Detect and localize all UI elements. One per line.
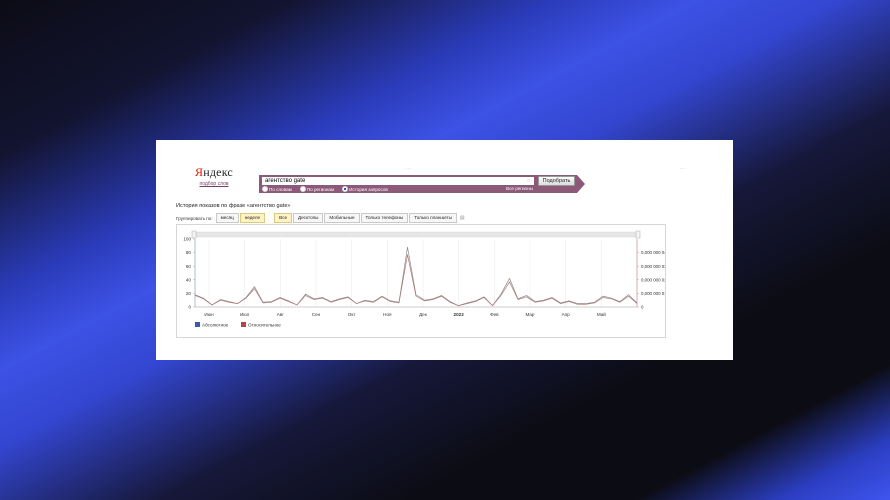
logo-rest: ндекс bbox=[203, 165, 233, 179]
x-tick-label: Мар bbox=[526, 312, 535, 317]
x-tick-label: Май bbox=[597, 311, 606, 317]
right-tick-label: 0,000 000 01 bbox=[641, 291, 665, 296]
tab-week[interactable]: неделе bbox=[239, 213, 266, 223]
range-handle-left[interactable] bbox=[191, 230, 197, 239]
legend-label[interactable]: Относительное bbox=[248, 322, 281, 327]
tab-tablets-only[interactable]: Только планшеты bbox=[409, 213, 457, 223]
radio-query-history[interactable]: История запросов bbox=[342, 186, 388, 192]
radio-label: По регионам bbox=[306, 186, 335, 192]
x-tick-label: Апр bbox=[562, 312, 571, 317]
y-tick-label: 100 bbox=[183, 237, 191, 242]
range-handle-right[interactable] bbox=[635, 230, 641, 239]
grouping-toolbar: Группировать по: месяц неделе Все Дескто… bbox=[176, 213, 465, 223]
x-tick-label: Июл bbox=[240, 312, 250, 317]
all-regions-link[interactable]: Все регионы bbox=[506, 186, 533, 191]
y-tick-label: 20 bbox=[186, 291, 192, 296]
y-tick-label: 40 bbox=[186, 277, 192, 282]
series-line-1 bbox=[194, 246, 638, 306]
y-tick-label: 60 bbox=[186, 264, 192, 269]
range-scrollbar[interactable] bbox=[194, 231, 638, 238]
radio-icon bbox=[299, 186, 306, 192]
x-tick-label: Ноя bbox=[383, 312, 392, 317]
tab-phones-only[interactable]: Только телефоны bbox=[360, 213, 409, 223]
right-tick-label: 0 bbox=[641, 305, 644, 310]
search-input[interactable] bbox=[262, 177, 534, 185]
history-title: История показов по фразе «агентство gate… bbox=[176, 203, 291, 209]
divider-dots: ··· bbox=[406, 166, 411, 172]
radio-by-words[interactable]: По словам bbox=[262, 186, 292, 192]
right-tick-label: 0,000 000 04 bbox=[641, 250, 665, 255]
search-mode-radios: По словам По регионам История запросов bbox=[262, 186, 388, 192]
x-tick-label: Сен bbox=[312, 312, 321, 317]
y-tick-label: 80 bbox=[186, 250, 192, 255]
x-tick-label: Дек bbox=[419, 312, 428, 317]
yandex-logo[interactable]: Яндекс подбор слов bbox=[189, 165, 239, 187]
legend-label[interactable]: Абсолютное bbox=[202, 322, 229, 327]
radio-selected-icon bbox=[342, 186, 349, 192]
tab-desktop[interactable]: Десктопы bbox=[293, 213, 324, 223]
tab-month[interactable]: месяц bbox=[215, 213, 239, 223]
x-tick-label: Авг bbox=[277, 312, 285, 317]
radio-by-regions[interactable]: По регионам bbox=[299, 186, 335, 192]
chart-svg: Июн Июл Авг Сен Окт Ноя Дек 2022 Фев Мар Апр Май 0 20… bbox=[183, 230, 667, 327]
logo-subtitle-link[interactable]: подбор слов bbox=[189, 181, 239, 187]
legend-swatch[interactable] bbox=[195, 322, 200, 327]
x-tick-label: Окт bbox=[348, 312, 357, 317]
right-tick-label: 0,000 000 03 bbox=[641, 264, 665, 269]
clear-icon[interactable]: ○ bbox=[527, 177, 530, 185]
wordstat-card: ··· ··· Яндекс подбор слов ○ Подобрать П… bbox=[156, 140, 733, 360]
submit-button[interactable]: Подобрать bbox=[538, 176, 575, 186]
history-chart: Июн Июл Авг Сен Окт Ноя Дек 2022 Фев Мар Апр Май 0 20… bbox=[176, 224, 667, 338]
divider-dots: ··· bbox=[680, 166, 685, 172]
group-label: Группировать по: bbox=[176, 215, 213, 221]
search-bar: ○ Подобрать По словам По регионам Истори… bbox=[259, 175, 585, 193]
tab-all-devices[interactable]: Все bbox=[274, 213, 292, 223]
x-tick-label: 2022 bbox=[454, 312, 465, 317]
right-tick-label: 0,000 000 02 bbox=[641, 277, 665, 282]
legend-swatch[interactable] bbox=[241, 322, 246, 327]
y-tick-label: 0 bbox=[188, 305, 191, 310]
radio-icon bbox=[262, 186, 268, 192]
x-tick-label: Фев bbox=[490, 312, 499, 317]
series-line-2 bbox=[194, 254, 638, 306]
logo-wordmark: Яндекс bbox=[189, 165, 239, 180]
radio-label: История запросов bbox=[349, 186, 388, 192]
table-icon[interactable]: ▤ bbox=[460, 215, 465, 221]
radio-label: По словам bbox=[269, 186, 292, 192]
tab-mobile[interactable]: Мобильные bbox=[324, 213, 360, 223]
x-tick-label: Июн bbox=[204, 312, 214, 317]
